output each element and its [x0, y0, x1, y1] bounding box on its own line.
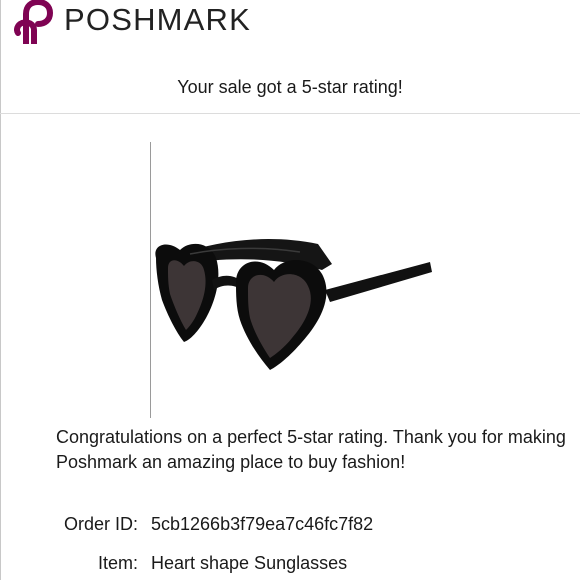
congratulations-message: Congratulations on a perfect 5-star rati…: [56, 427, 566, 472]
order-id-label: Order ID:: [63, 514, 138, 534]
email-page: POSHMARK Your sale got a 5-star rating! …: [0, 0, 580, 580]
brand-name[interactable]: POSHMARK: [64, 3, 251, 37]
item-label: Item:: [97, 553, 138, 573]
item-value[interactable]: Heart shape Sunglasses: [151, 552, 347, 574]
email-headline: Your sale got a 5-star rating!: [177, 77, 403, 97]
poshmark-p-icon[interactable]: [14, 0, 56, 44]
order-id-value: 5cb1266b3f79ea7c46fc7f82: [151, 514, 374, 534]
header-divider: [0, 113, 580, 114]
heart-sunglasses-image[interactable]: [150, 220, 440, 380]
email-header: POSHMARK: [0, 0, 580, 44]
order-id-row: Order ID: 5cb1266b3f79ea7c46fc7f82: [0, 513, 580, 535]
item-row: Item: Heart shape Sunglasses: [0, 552, 580, 574]
